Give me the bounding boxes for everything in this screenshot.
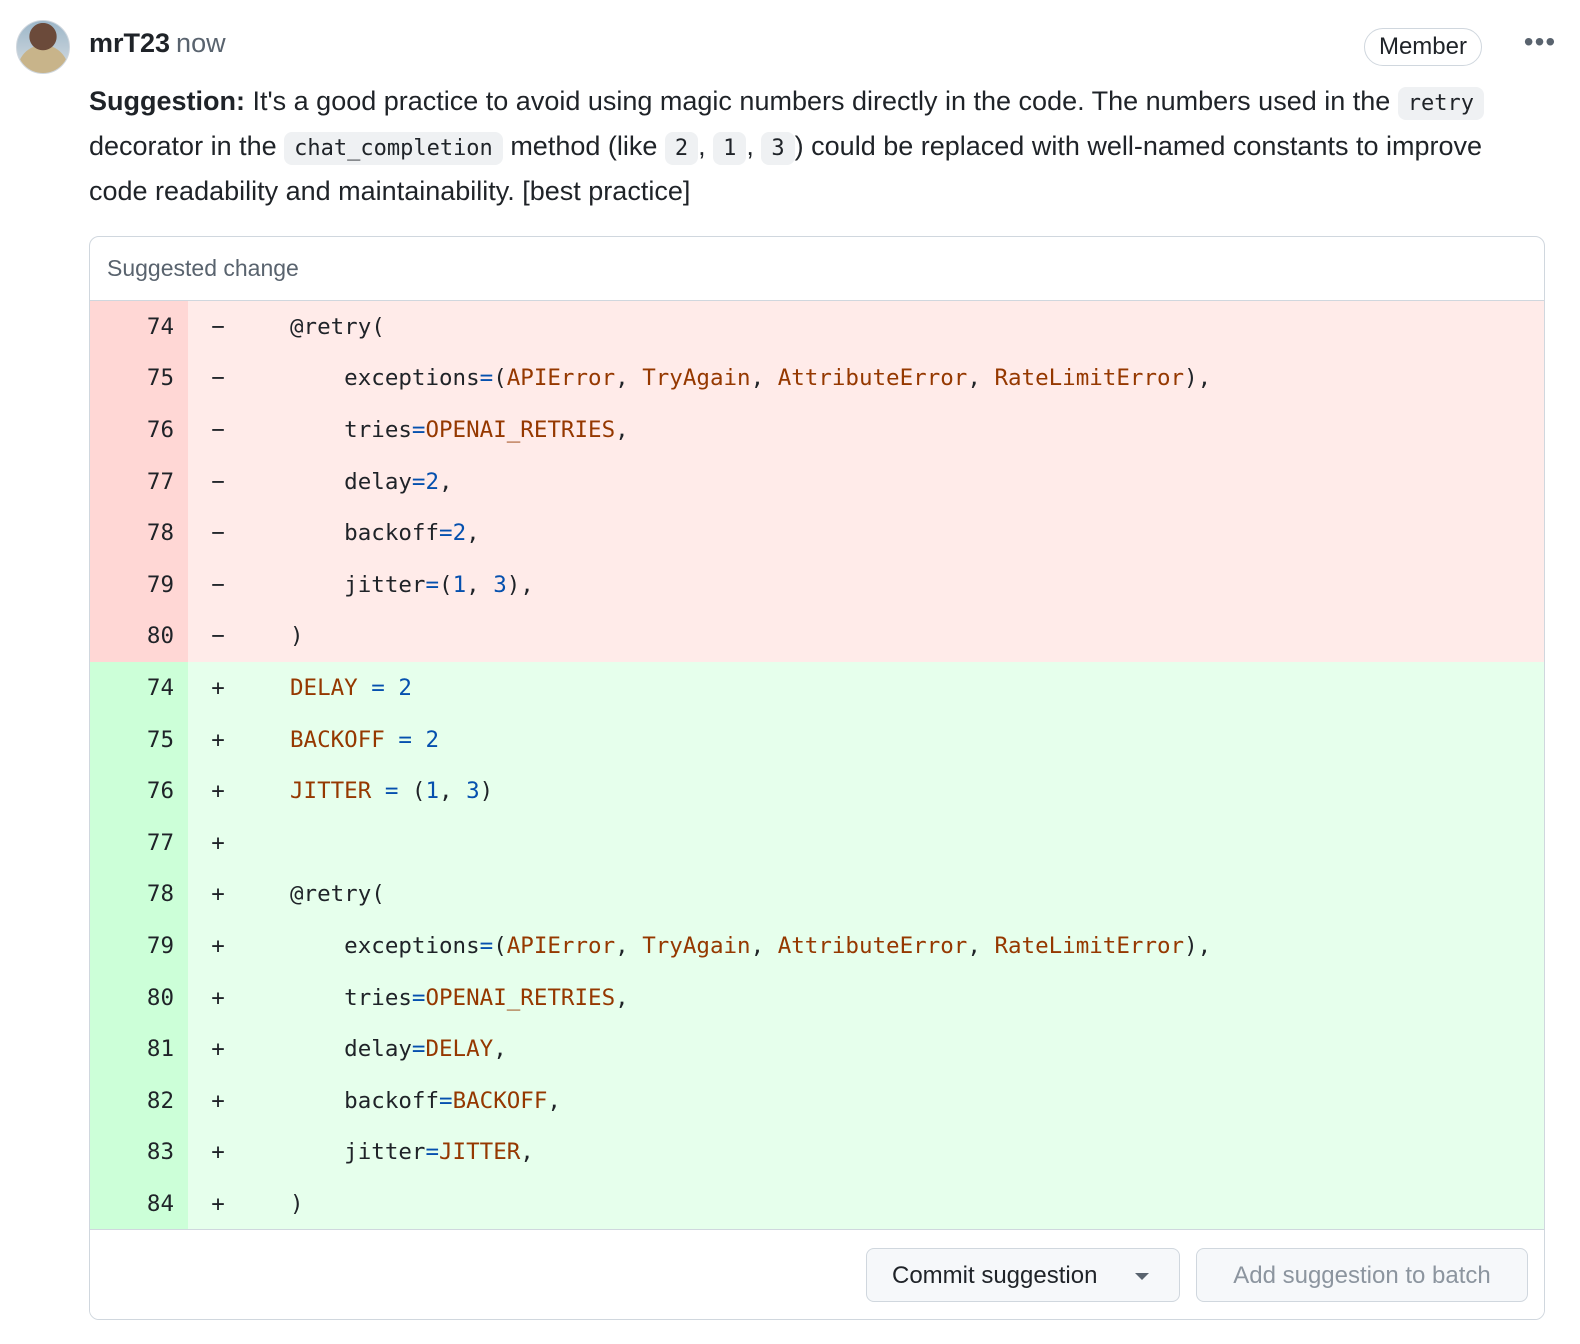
line-number[interactable]: 79 <box>90 558 188 611</box>
suggested-change-header: Suggested change <box>90 237 1544 301</box>
diff-added-line: 82 + backoff=BACKOFF, <box>90 1074 1544 1127</box>
diff-sign: + <box>211 1087 225 1114</box>
diff-sign: + <box>211 1036 225 1063</box>
line-number[interactable]: 79 <box>90 920 188 972</box>
line-number[interactable]: 80 <box>90 971 188 1024</box>
suggestion-label: Suggestion: <box>89 86 245 116</box>
diff-added-line: 76 + JITTER = (1, 3) <box>90 765 1544 817</box>
code-text: JITTER = (1, 3) <box>290 778 494 805</box>
diff-sign: + <box>211 1190 225 1217</box>
line-number[interactable]: 84 <box>90 1178 188 1230</box>
suggested-change-box: Suggested change 74− @retry(75− exception… <box>89 236 1545 1320</box>
diff-sign: + <box>211 1139 225 1166</box>
diff-sign: + <box>211 932 225 959</box>
inline-code: 3 <box>761 132 795 165</box>
line-number[interactable]: 83 <box>90 1126 188 1179</box>
code-text: ) <box>290 1190 304 1217</box>
code-text: DELAY = 2 <box>290 674 412 701</box>
line-number[interactable]: 82 <box>90 1074 188 1127</box>
commit-suggestion-button[interactable]: Commit suggestion <box>866 1248 1180 1302</box>
diff-deleted-line: 76− tries=OPENAI_RETRIES, <box>90 404 1544 456</box>
avatar[interactable] <box>16 20 70 74</box>
inline-code: chat_completion <box>284 132 503 165</box>
code-text: exceptions=(APIError, TryAgain, Attribut… <box>290 365 1212 392</box>
code-text: ) <box>290 623 304 650</box>
code-text: jitter=(1, 3), <box>290 571 534 598</box>
diff-sign: + <box>211 984 225 1011</box>
code-text: delay=2, <box>290 468 453 495</box>
inline-code: retry <box>1397 87 1485 120</box>
diff-sign: − <box>211 571 225 598</box>
diff-sign: − <box>211 313 225 340</box>
line-number[interactable]: 74 <box>90 662 188 714</box>
diff-sign: + <box>211 778 225 805</box>
code-text: exceptions=(APIError, TryAgain, Attribut… <box>290 932 1212 959</box>
code-text: BACKOFF = 2 <box>290 726 440 753</box>
diff-sign: − <box>211 365 225 392</box>
code-text: tries=OPENAI_RETRIES, <box>290 984 629 1011</box>
diff-deleted-line: 77− delay=2, <box>90 455 1544 508</box>
line-number[interactable]: 75 <box>90 352 188 405</box>
code-text: @retry( <box>290 881 385 908</box>
comment-text: , <box>698 131 714 161</box>
code-text: delay=DELAY, <box>290 1036 507 1063</box>
member-badge: Member <box>1363 28 1482 66</box>
line-number[interactable]: 77 <box>90 455 188 508</box>
line-number[interactable]: 74 <box>90 301 188 353</box>
code-text: jitter=JITTER, <box>290 1139 534 1166</box>
add-to-batch-button[interactable]: Add suggestion to batch <box>1196 1248 1528 1302</box>
diff-deleted-line: 80−) <box>90 610 1544 663</box>
diff-added-line: 77 + <box>90 816 1544 869</box>
suggestion-actions: Commit suggestion Add suggestion to batc… <box>90 1229 1544 1319</box>
comment-text: method (like <box>502 131 665 161</box>
comment-header: mrT23 now Member ••• <box>89 28 1560 68</box>
diff-deleted-line: 74− @retry( <box>90 301 1544 353</box>
comment-text: , <box>746 131 762 161</box>
diff-added-line: 75 + BACKOFF = 2 <box>90 713 1544 766</box>
diff-sign: − <box>211 416 225 443</box>
diff-sign: − <box>211 520 225 547</box>
line-number[interactable]: 75 <box>90 713 188 766</box>
diff-sign: + <box>211 726 225 753</box>
comment-text: decorator in the <box>89 131 285 161</box>
line-number[interactable]: 76 <box>90 765 188 817</box>
kebab-horizontal-icon[interactable]: ••• <box>1520 28 1560 60</box>
line-number[interactable]: 78 <box>90 868 188 921</box>
diff-sign: − <box>211 623 225 650</box>
comment-text: It's a good practice to avoid using magi… <box>245 86 1398 116</box>
line-number[interactable]: 80 <box>90 610 188 663</box>
code-text: backoff=2, <box>290 520 480 547</box>
inline-code: 1 <box>713 132 747 165</box>
line-number[interactable]: 78 <box>90 507 188 559</box>
diff-added-line: 81 + delay=DELAY, <box>90 1023 1544 1075</box>
code-text: tries=OPENAI_RETRIES, <box>290 416 629 443</box>
commit-suggestion-label: Commit suggestion <box>892 1262 1098 1289</box>
diff-sign: + <box>211 829 225 856</box>
code-text: backoff=BACKOFF, <box>290 1087 561 1114</box>
diff-added-line: 74 + DELAY = 2 <box>90 662 1544 714</box>
diff-added-line: 83 + jitter=JITTER, <box>90 1126 1544 1179</box>
diff-added-line: 78 + @retry( <box>90 868 1544 921</box>
diff-added-line: 79 + exceptions=(APIError, TryAgain, Attr… <box>90 920 1544 972</box>
timestamp[interactable]: now <box>176 28 226 58</box>
diff-deleted-line: 75− exceptions=(APIError, TryAgain, Attr… <box>90 352 1544 405</box>
comment-body: Suggestion: It's a good practice to avoi… <box>89 80 1545 212</box>
triangle-down-icon[interactable] <box>1135 1273 1149 1280</box>
diff-added-line: 84 +) <box>90 1178 1544 1230</box>
line-number[interactable]: 76 <box>90 404 188 456</box>
inline-code: 2 <box>664 132 699 165</box>
diff-sign: − <box>211 468 225 495</box>
diff-deleted-line: 79− jitter=(1, 3), <box>90 558 1544 611</box>
diff-table: 74− @retry(75− exceptions=(APIError, TryA… <box>90 301 1544 1230</box>
line-number[interactable]: 81 <box>90 1023 188 1075</box>
diff-sign: + <box>211 881 225 908</box>
code-text: @retry( <box>290 313 385 340</box>
diff-deleted-line: 78− backoff=2, <box>90 507 1544 559</box>
diff-sign: + <box>211 674 225 701</box>
diff-added-line: 80 + tries=OPENAI_RETRIES, <box>90 971 1544 1024</box>
line-number[interactable]: 77 <box>90 816 188 869</box>
author-name[interactable]: mrT23 <box>89 28 170 58</box>
